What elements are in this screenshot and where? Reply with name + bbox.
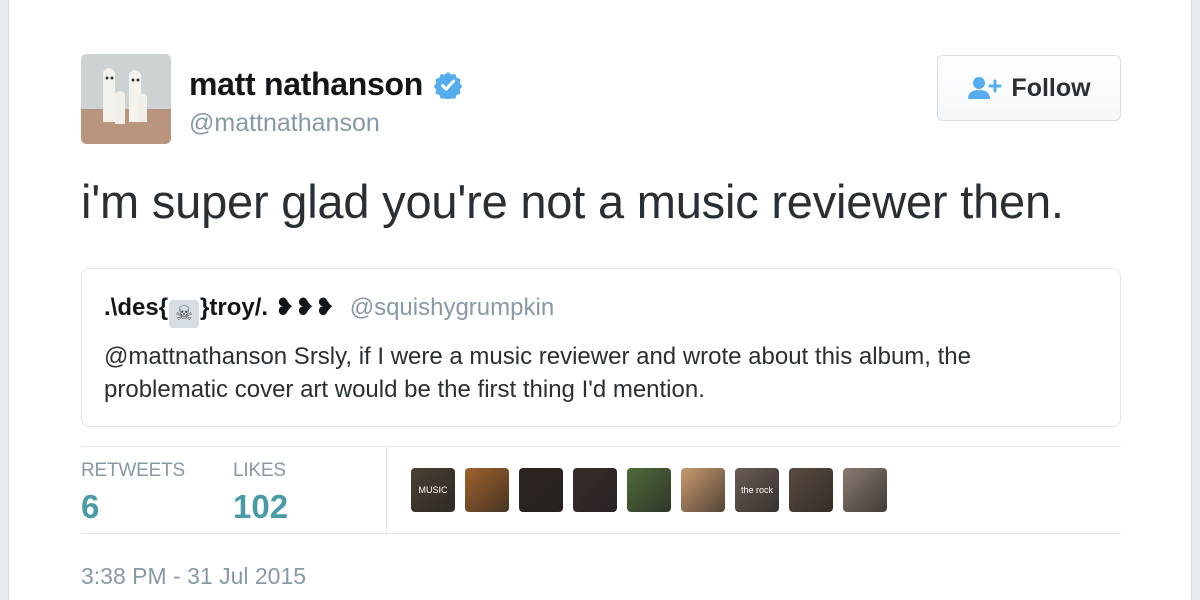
liker-avatar[interactable]	[573, 468, 617, 512]
likes-label: LIKES	[233, 460, 286, 481]
stats-divider-top	[81, 446, 1121, 447]
tweet-text: i'm super glad you're not a music review…	[81, 175, 1064, 228]
user-fullname[interactable]: matt nathanson	[189, 66, 423, 103]
quoted-user-name-suffix: }troy/. ❥❥❥	[200, 294, 336, 321]
follow-button[interactable]: Follow	[937, 55, 1121, 121]
avatar-image	[81, 54, 171, 144]
liker-avatar-label: MUSIC	[418, 485, 448, 495]
liker-avatars: MUSIC the rock	[411, 468, 897, 512]
liker-avatar[interactable]: the rock	[735, 468, 779, 512]
liker-avatar[interactable]	[519, 468, 563, 512]
retweets-stat[interactable]: RETWEETS 6	[81, 460, 185, 526]
liker-avatar[interactable]	[843, 468, 887, 512]
liker-avatar[interactable]	[465, 468, 509, 512]
liker-avatar[interactable]	[681, 468, 725, 512]
likes-count: 102	[233, 488, 289, 525]
tweet-header: matt nathanson @mattnathanson Follow	[81, 54, 1121, 144]
quoted-user-name-prefix: .\des{	[104, 294, 169, 321]
liker-avatar[interactable]	[789, 468, 833, 512]
follow-button-label: Follow	[1011, 73, 1091, 102]
retweets-label: RETWEETS	[81, 460, 185, 481]
tweet-timestamp[interactable]: 3:38 PM - 31 Jul 2015	[81, 563, 306, 590]
add-user-icon	[968, 77, 1002, 99]
quoted-user-handle[interactable]: @squishygrumpkin	[350, 294, 554, 321]
user-name-block[interactable]: matt nathanson @mattnathanson	[189, 66, 462, 138]
liker-avatar[interactable]: MUSIC	[411, 468, 455, 512]
retweets-count: 6	[81, 488, 100, 525]
skull-emoji-icon: ☠	[169, 300, 200, 328]
quoted-user-name[interactable]: .\des{☠}troy/. ❥❥❥	[104, 294, 336, 328]
tweet-card: matt nathanson @mattnathanson Follow i'm…	[8, 0, 1192, 600]
quoted-tweet[interactable]: .\des{☠}troy/. ❥❥❥ @squishygrumpkin @mat…	[81, 268, 1121, 427]
quoted-tweet-header: .\des{☠}troy/. ❥❥❥ @squishygrumpkin	[104, 293, 1098, 328]
stats-separator	[386, 447, 387, 533]
avatar[interactable]	[81, 54, 171, 144]
quoted-tweet-text: @mattnathanson Srsly, if I were a music …	[104, 343, 971, 403]
liker-avatar[interactable]	[627, 468, 671, 512]
user-handle[interactable]: @mattnathanson	[189, 109, 462, 138]
liker-avatar-label: the rock	[740, 485, 773, 495]
verified-badge-icon	[433, 71, 462, 101]
stats-divider-bottom	[81, 533, 1121, 534]
likes-stat[interactable]: LIKES 102	[233, 460, 288, 526]
